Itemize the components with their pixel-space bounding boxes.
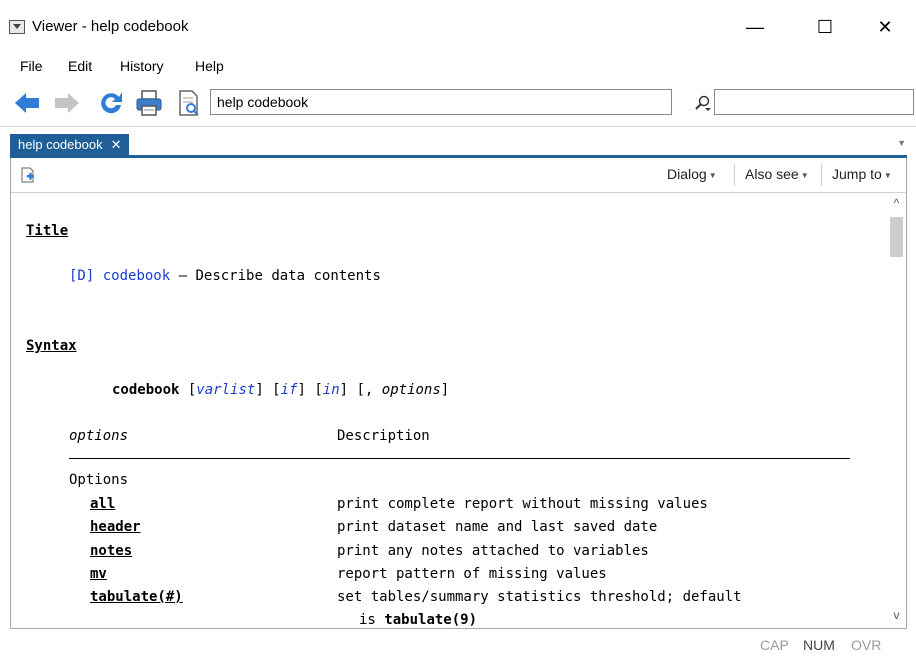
vertical-scrollbar[interactable]: ^ v	[887, 193, 906, 628]
option-description: print complete report without missing va…	[337, 496, 708, 512]
syntax-command: codebook	[112, 382, 180, 398]
option-tabulate[interactable]: tabulate(#)	[90, 589, 183, 605]
toolbar-divider	[821, 164, 822, 186]
overwrite-indicator: OVR	[851, 637, 882, 653]
dialog-label: Dialog	[667, 166, 707, 182]
option-description-continued: is tabulate(9)	[359, 612, 477, 628]
find-in-document-icon[interactable]	[174, 88, 204, 118]
print-icon[interactable]	[134, 88, 164, 118]
tab-close-icon[interactable]: ✕	[111, 137, 122, 152]
also-see-button[interactable]: Also see ▼	[745, 166, 809, 182]
option-description: report pattern of missing values	[337, 566, 607, 582]
varlist-link[interactable]: varlist	[196, 382, 255, 398]
option-notes[interactable]: notes	[90, 543, 132, 559]
menu-help[interactable]: Help	[195, 58, 224, 74]
description-column-header: Description	[337, 428, 430, 444]
in-link[interactable]: in	[323, 382, 340, 398]
chevron-down-icon: ▼	[800, 170, 809, 180]
jump-to-label: Jump to	[832, 166, 882, 182]
command-address-input[interactable]: help codebook	[210, 89, 672, 115]
syntax-bracket: [	[179, 382, 197, 398]
option-description: print dataset name and last saved date	[337, 519, 658, 535]
syntax-bracket: ] [	[297, 382, 323, 398]
toolbar-divider	[734, 164, 735, 186]
option-mv[interactable]: mv	[90, 566, 107, 582]
help-content: Title [D] codebook — Describe data conte…	[11, 193, 887, 628]
option-description: print any notes attached to variables	[337, 543, 649, 559]
syntax-options: options	[381, 382, 441, 398]
maximize-button[interactable]: ☐	[802, 10, 848, 44]
options-group-label: Options	[69, 472, 129, 488]
jump-to-button[interactable]: Jump to ▼	[832, 166, 892, 182]
search-icon[interactable]	[694, 94, 712, 112]
viewer-toolbar: Dialog ▼ Also see ▼ Jump to ▼	[11, 158, 906, 193]
menu-file[interactable]: File	[20, 58, 43, 74]
title-line: [D] codebook — Describe data contents	[69, 268, 381, 284]
scrollbar-thumb[interactable]	[890, 217, 903, 257]
table-header-rule	[69, 458, 850, 459]
scroll-down-icon[interactable]: v	[887, 605, 906, 625]
default-value: tabulate(9)	[384, 612, 478, 628]
window-title: Viewer - help codebook	[32, 18, 189, 35]
if-link[interactable]: if	[281, 382, 298, 398]
title-bar: Viewer - help codebook — ☐ ✕	[0, 0, 916, 52]
scroll-up-icon[interactable]: ^	[887, 193, 906, 213]
syntax-bracket: ] [	[255, 382, 281, 398]
caps-lock-indicator: CAP	[760, 637, 789, 653]
menu-history[interactable]: History	[120, 58, 164, 74]
manual-reference-link[interactable]: [D]	[69, 268, 94, 284]
tab-list-chevron-icon[interactable]: ▼	[897, 138, 906, 148]
minimize-button[interactable]: —	[732, 10, 778, 44]
syntax-bracket: ] [,	[339, 382, 382, 398]
refresh-icon[interactable]	[96, 88, 126, 118]
options-column-header: options	[69, 428, 129, 444]
forward-arrow-icon[interactable]	[52, 88, 82, 118]
dialog-button[interactable]: Dialog ▼	[667, 166, 717, 182]
option-description: set tables/summary statistics threshold;…	[337, 589, 742, 605]
title-section-header: Title	[26, 223, 69, 239]
syntax-line: codebook [varlist] [if] [in] [, options]	[112, 382, 449, 398]
option-header[interactable]: header	[90, 519, 141, 535]
chevron-down-icon: ▼	[708, 170, 717, 180]
viewer-app-icon	[9, 20, 25, 34]
tab-help-codebook[interactable]: help codebook ✕	[10, 134, 130, 156]
new-viewer-icon[interactable]	[21, 167, 35, 183]
back-arrow-icon[interactable]	[12, 88, 42, 118]
status-bar: CAP NUM OVR	[0, 629, 916, 656]
codebook-link[interactable]: codebook	[103, 268, 170, 284]
tab-label: help codebook	[18, 137, 103, 152]
syntax-bracket: ]	[440, 382, 450, 398]
close-button[interactable]: ✕	[862, 10, 908, 44]
also-see-label: Also see	[745, 166, 799, 182]
title-description: — Describe data contents	[170, 268, 381, 284]
continued-prefix: is	[359, 612, 385, 628]
syntax-section-header: Syntax	[26, 338, 77, 354]
option-all[interactable]: all	[90, 496, 115, 512]
chevron-down-icon: ▼	[883, 170, 892, 180]
menu-edit[interactable]: Edit	[68, 58, 92, 74]
num-lock-indicator: NUM	[803, 637, 835, 653]
search-input[interactable]	[714, 89, 914, 115]
menu-bar: File Edit History Help	[0, 52, 916, 80]
